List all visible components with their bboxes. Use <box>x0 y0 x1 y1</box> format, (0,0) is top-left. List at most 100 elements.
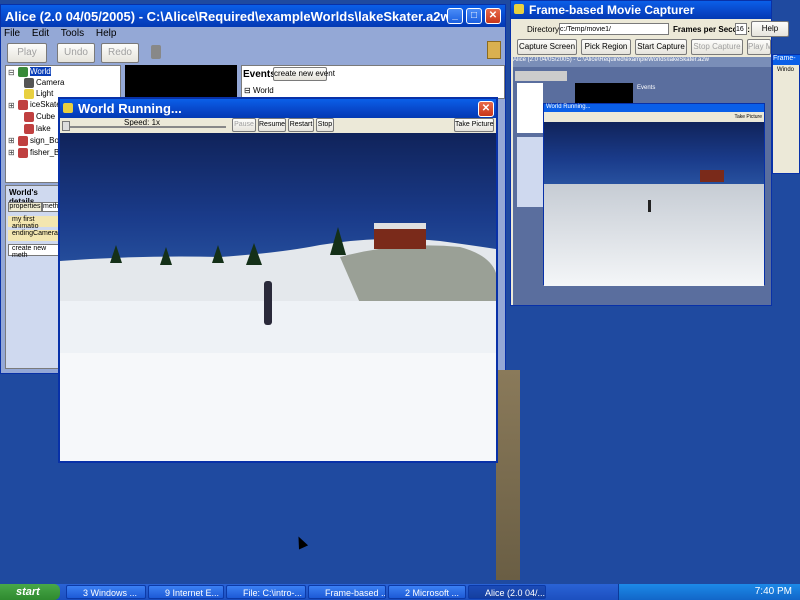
preview-toolbar <box>515 71 567 81</box>
side-window-label: Windo <box>777 67 795 73</box>
stop-capture-label: Stop Capture <box>693 42 741 51</box>
create-method-button[interactable]: create new meth <box>8 244 62 259</box>
world-running-title: World Running... <box>78 101 182 116</box>
events-world-label: ⊟ World <box>244 86 274 95</box>
snow-scene <box>60 238 496 461</box>
close-icon[interactable]: ✕ <box>478 101 494 117</box>
preview-snow <box>544 184 764 286</box>
side-window: Frame- Windo <box>772 54 800 174</box>
clock[interactable]: 7:40 PM <box>755 586 792 597</box>
desktop-background-rock <box>496 370 520 580</box>
minimize-icon[interactable]: _ <box>447 8 463 24</box>
start-capture-button[interactable]: Start Capture <box>635 39 687 55</box>
maximize-icon[interactable]: □ <box>466 8 482 24</box>
ice-skater[interactable] <box>264 281 272 325</box>
stop-label: Stop <box>317 121 333 128</box>
play-movie-button[interactable]: Play Movie <box>747 39 771 55</box>
task-internet-explorer[interactable]: 9 Internet E... <box>148 585 224 599</box>
play-button[interactable]: Play <box>7 43 47 63</box>
tree-expand-icon[interactable]: ⊟ <box>8 68 15 77</box>
preview-running-title: World Running... <box>544 104 764 112</box>
capture-preview: Alice (2.0 04/05/2005) - C:\Alice\Requir… <box>513 57 771 305</box>
capturer-titlebar[interactable]: Frame-based Movie Capturer <box>511 1 771 19</box>
tree-icon <box>110 245 122 263</box>
restart-button[interactable]: Restart <box>288 118 314 132</box>
restart-label: Restart <box>289 121 313 128</box>
method-item[interactable]: endingCameraS <box>8 230 63 241</box>
events-panel: Events create new event ⊟ World <box>241 65 505 99</box>
preview-sky <box>544 122 764 184</box>
pause-button[interactable]: Pause <box>232 118 256 132</box>
tree-item-world[interactable]: World <box>18 67 51 77</box>
method-item[interactable]: my first animatio <box>8 216 62 230</box>
redo-button[interactable]: Redo <box>101 43 139 63</box>
pick-region-button[interactable]: Pick Region <box>581 39 631 55</box>
alice-menubar: File Edit Tools Help <box>4 28 125 39</box>
pick-region-label: Pick Region <box>584 42 628 51</box>
create-event-button[interactable]: create new event <box>273 67 335 81</box>
menu-tools[interactable]: Tools <box>61 28 84 39</box>
clipboard-icon[interactable] <box>487 41 501 59</box>
menu-help[interactable]: Help <box>96 28 117 39</box>
preview-alice-title: Alice (2.0 04/05/2005) - C:\Alice\Requir… <box>513 57 771 67</box>
fps-input[interactable] <box>735 23 747 35</box>
stop-button[interactable]: Stop <box>316 118 334 132</box>
tree-item-camera[interactable]: Camera <box>24 78 64 88</box>
start-label: start <box>16 586 40 598</box>
speed-slider-handle[interactable] <box>62 121 70 131</box>
resume-label: Resume <box>259 121 286 128</box>
undo-button[interactable]: Undo <box>57 43 95 63</box>
start-capture-label: Start Capture <box>637 42 685 51</box>
menu-edit[interactable]: Edit <box>32 28 49 39</box>
directory-input[interactable] <box>559 23 669 35</box>
task-alice[interactable]: Alice (2.0 04/... <box>468 585 546 599</box>
tree-expand-icon[interactable]: ⊞ <box>8 101 15 110</box>
side-window-title: Frame- <box>773 55 800 65</box>
tree-item-fisher[interactable]: fisher_Bo <box>18 148 64 158</box>
redo-label: Redo <box>108 47 132 58</box>
alice-app-icon <box>63 103 73 113</box>
stop-capture-button[interactable]: Stop Capture <box>691 39 743 55</box>
tree-item-lake[interactable]: lake <box>24 124 51 134</box>
preview-world-running: World Running... Take Picture <box>543 103 765 286</box>
tree-item-sign-box[interactable]: sign_Box <box>18 136 63 146</box>
tree-icon <box>212 245 224 263</box>
cursor-icon <box>293 534 309 550</box>
tree-item-iceskater[interactable]: iceSkater <box>18 100 63 110</box>
pause-label: Pause <box>234 121 254 128</box>
capture-screen-label: Capture Screen <box>518 42 576 51</box>
tab-properties[interactable]: properties <box>8 202 42 212</box>
task-microsoft[interactable]: 2 Microsoft ... <box>388 585 466 599</box>
tree-expand-icon[interactable]: ⊞ <box>8 136 15 145</box>
capture-screen-button[interactable]: Capture Screen <box>517 39 577 55</box>
cabin <box>374 223 426 249</box>
take-picture-button[interactable]: Take Picture <box>454 118 494 132</box>
tree-expand-icon[interactable]: ⊞ <box>8 148 15 157</box>
capturer-app-icon <box>514 4 524 14</box>
close-icon[interactable]: ✕ <box>485 8 501 24</box>
tree-item-cube[interactable]: Cube <box>24 112 55 122</box>
tree-item-light[interactable]: Light <box>24 89 53 99</box>
world-running-titlebar[interactable]: World Running... ✕ <box>60 99 496 118</box>
alice-titlebar[interactable]: Alice (2.0 04/05/2005) - C:\Alice\Requir… <box>1 5 505 27</box>
preview-cabin <box>700 170 724 182</box>
help-label: Help <box>761 24 779 33</box>
menu-file[interactable]: File <box>4 28 20 39</box>
tree-icon <box>246 243 262 265</box>
task-frame-capturer[interactable]: Frame-based ... <box>308 585 386 599</box>
create-event-label: create new event <box>274 69 335 78</box>
start-button[interactable]: start <box>0 584 60 600</box>
world-viewport[interactable] <box>60 133 496 461</box>
task-windows-explorer[interactable]: 3 Windows ... <box>66 585 146 599</box>
directory-label: Directory: <box>527 25 562 34</box>
preview-details <box>517 137 543 207</box>
trash-icon[interactable] <box>151 45 161 59</box>
capturer-title: Frame-based Movie Capturer <box>529 3 695 17</box>
preview-skater <box>648 200 651 212</box>
speed-slider[interactable] <box>62 126 226 128</box>
resume-button[interactable]: Resume <box>258 118 286 132</box>
preview-take-picture: Take Picture <box>734 114 762 120</box>
task-file[interactable]: File: C:\intro-... <box>226 585 306 599</box>
help-button[interactable]: Help <box>751 21 789 37</box>
alice-title: Alice (2.0 04/05/2005) - C:\Alice\Requir… <box>5 8 451 24</box>
